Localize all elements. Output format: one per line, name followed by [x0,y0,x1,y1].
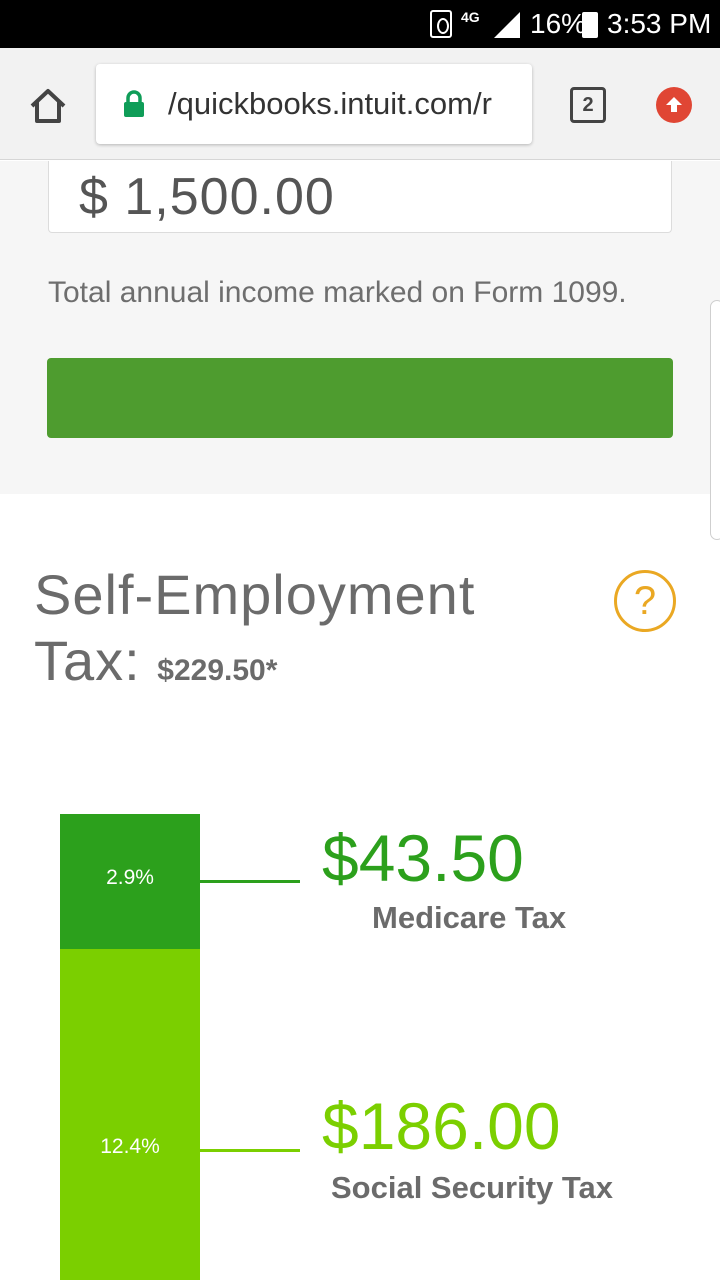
income-value[interactable]: $ 1,500.00 [79,167,335,227]
medicare-connector [200,880,300,883]
url-text[interactable]: /quickbooks.intuit.com/r [168,86,492,122]
medicare-label: Medicare Tax [372,900,567,935]
medicare-amount: $43.50 [322,821,524,895]
lock-icon [124,90,144,117]
medicare-bar: 2.9% [60,814,200,949]
battery-percent: 16% [530,8,587,39]
tab-switcher-button[interactable]: 2 [570,87,606,123]
address-bar[interactable]: /quickbooks.intuit.com/r [96,64,532,144]
battery-icon [582,12,598,38]
income-form: $ 1,500.00 Total annual income marked on… [0,161,720,494]
battery-saver-icon [430,10,452,38]
network-type-label: 4G [461,9,480,25]
social-security-amount: $186.00 [322,1089,561,1163]
status-bar: 4G 16% 3:53 PM [0,0,720,48]
browser-toolbar: /quickbooks.intuit.com/r 2 [0,48,720,160]
calculate-button[interactable] [47,358,673,438]
social-security-label: Social Security Tax [331,1170,613,1205]
home-icon[interactable] [28,86,68,126]
scroll-handle[interactable] [710,300,720,540]
medicare-percent: 2.9% [106,866,154,889]
clock: 3:53 PM [607,8,712,39]
social-security-connector [200,1149,300,1152]
income-hint: Total annual income marked on Form 1099. [48,276,627,309]
social-security-percent: 12.4% [100,1135,160,1158]
tax-heading: Self-Employment Tax: $229.50* [34,562,554,704]
question-mark-circle-icon[interactable]: ? [614,570,676,632]
signal-icon [494,12,520,38]
tax-total-amount: $229.50* [157,654,278,687]
update-icon[interactable] [656,87,692,123]
income-input[interactable]: $ 1,500.00 [48,161,672,233]
social-security-bar: 12.4% [60,949,200,1280]
